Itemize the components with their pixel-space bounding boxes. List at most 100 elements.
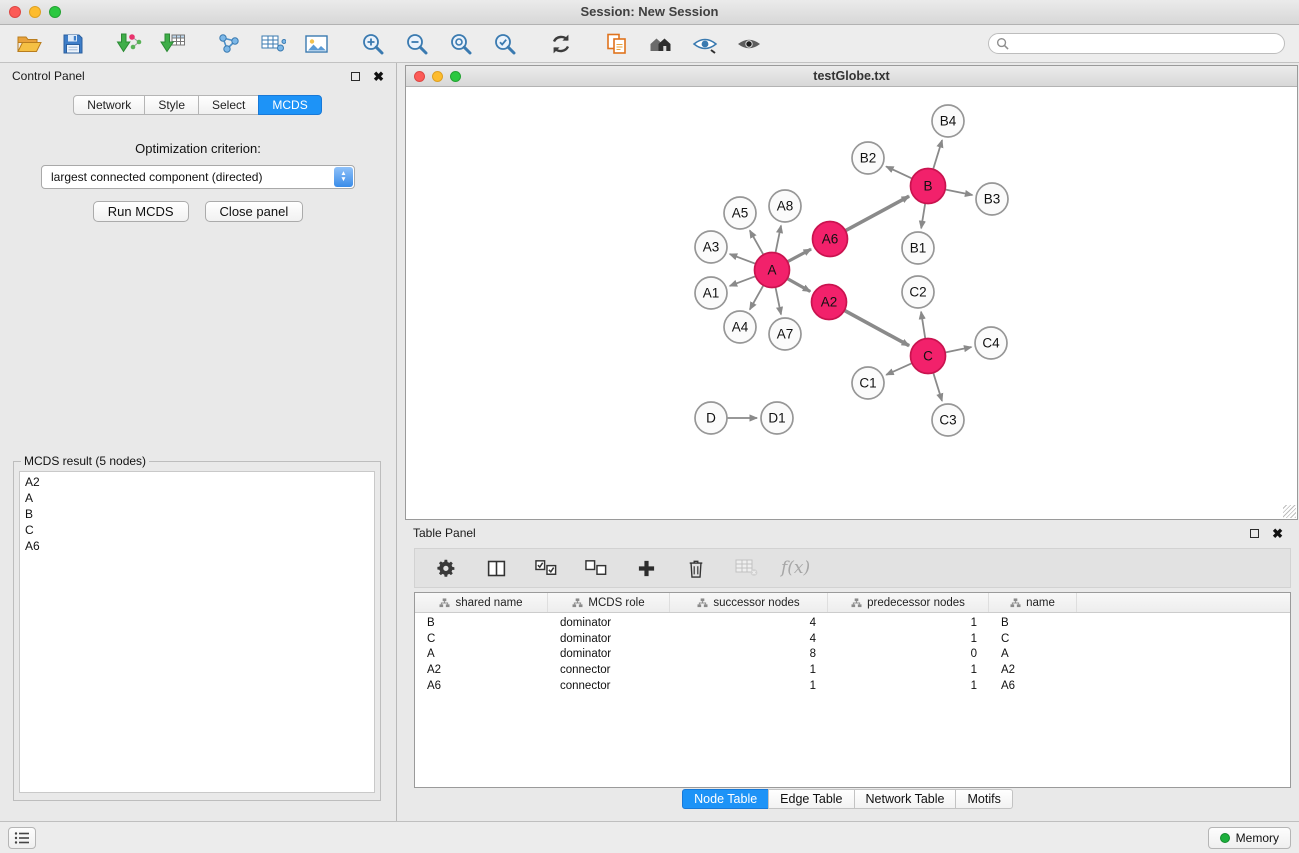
graph-edge-A6-B[interactable]	[845, 196, 909, 230]
column-options-button[interactable]	[481, 553, 511, 583]
graph-edge-A-A3[interactable]	[730, 254, 756, 264]
close-table-panel-icon[interactable]: ✖	[1272, 527, 1283, 540]
graph-edge-B-B4[interactable]	[933, 140, 942, 169]
graph-edge-B-B3[interactable]	[945, 189, 972, 195]
memory-button[interactable]: Memory	[1208, 827, 1291, 849]
table-cell[interactable]: A6	[989, 680, 1077, 692]
refresh-button[interactable]	[546, 29, 576, 59]
graph-edge-A-A6[interactable]	[787, 249, 811, 262]
open-session-button[interactable]	[14, 29, 44, 59]
table-cell[interactable]: 4	[670, 633, 828, 645]
import-table-button[interactable]	[158, 29, 188, 59]
tab-mcds[interactable]: MCDS	[258, 95, 321, 115]
style-preview-button[interactable]	[690, 29, 720, 59]
table-cell[interactable]: A2	[989, 664, 1077, 676]
add-column-button[interactable]	[631, 553, 661, 583]
save-session-button[interactable]	[58, 29, 88, 59]
task-history-button[interactable]	[8, 827, 36, 849]
column-header-name[interactable]: name	[989, 593, 1077, 612]
search-field[interactable]	[988, 33, 1285, 54]
mcds-result-item[interactable]: C	[20, 522, 374, 538]
zoom-selected-button[interactable]	[490, 29, 520, 59]
table-cell[interactable]: 0	[828, 648, 989, 660]
network-zoom-button[interactable]	[450, 71, 461, 82]
column-header-MCDS-role[interactable]: MCDS role	[548, 593, 670, 612]
table-cell[interactable]: A	[415, 648, 548, 660]
table-cell[interactable]: A6	[415, 680, 548, 692]
table-cell[interactable]: dominator	[548, 648, 670, 660]
tab-edge-table[interactable]: Edge Table	[768, 789, 854, 809]
graph-edge-A-A1[interactable]	[730, 276, 756, 286]
tab-network-table[interactable]: Network Table	[854, 789, 957, 809]
network-graph[interactable]: B4B2BB3A5A8A6B1A3AC2A1A2A4A7C4CC1C3DD1	[406, 88, 1297, 519]
close-panel-button[interactable]: Close panel	[205, 201, 304, 222]
tab-node-table[interactable]: Node Table	[682, 789, 769, 809]
graph-edge-A-A4[interactable]	[750, 285, 764, 309]
table-row[interactable]: A6connector11A6	[415, 678, 1290, 694]
network-minimize-button[interactable]	[432, 71, 443, 82]
tab-motifs[interactable]: Motifs	[955, 789, 1012, 809]
table-row[interactable]: Bdominator41B	[415, 615, 1290, 631]
clone-network-button[interactable]	[214, 29, 244, 59]
resize-grip[interactable]	[1283, 505, 1296, 518]
graph-edge-A2-C[interactable]	[844, 310, 909, 345]
graph-edge-A-A5[interactable]	[750, 230, 764, 254]
select-all-button[interactable]	[531, 553, 561, 583]
mcds-result-item[interactable]: A2	[20, 474, 374, 490]
mcds-result-item[interactable]: B	[20, 506, 374, 522]
network-table-button[interactable]	[258, 29, 288, 59]
table-cell[interactable]: connector	[548, 664, 670, 676]
network-close-button[interactable]	[414, 71, 425, 82]
table-cell[interactable]: 1	[670, 664, 828, 676]
graph-edge-C-C3[interactable]	[933, 373, 942, 401]
zoom-fit-button[interactable]	[446, 29, 476, 59]
table-cell[interactable]: 1	[828, 680, 989, 692]
close-panel-icon[interactable]: ✖	[373, 70, 384, 83]
column-header-shared-name[interactable]: shared name	[415, 593, 548, 612]
show-hide-button[interactable]	[734, 29, 764, 59]
graph-edge-B-B1[interactable]	[921, 203, 925, 228]
minimize-window-button[interactable]	[29, 6, 41, 18]
optimization-dropdown[interactable]: largest connected component (directed) ▲…	[41, 165, 355, 189]
tab-select[interactable]: Select	[198, 95, 259, 115]
graph-edge-C-C4[interactable]	[945, 347, 971, 352]
table-row[interactable]: Adominator80A	[415, 647, 1290, 663]
search-input[interactable]	[1014, 36, 1277, 52]
graph-edge-C-C1[interactable]	[886, 363, 912, 375]
table-cell[interactable]: dominator	[548, 617, 670, 629]
table-cell[interactable]: 8	[670, 648, 828, 660]
tab-style[interactable]: Style	[144, 95, 199, 115]
mcds-result-item[interactable]: A	[20, 490, 374, 506]
float-table-panel-icon[interactable]	[1250, 529, 1259, 538]
table-cell[interactable]: C	[415, 633, 548, 645]
table-cell[interactable]: 1	[828, 633, 989, 645]
zoom-out-button[interactable]	[402, 29, 432, 59]
table-cell[interactable]: 1	[828, 664, 989, 676]
graph-edge-A-A7[interactable]	[775, 287, 781, 314]
zoom-in-button[interactable]	[358, 29, 388, 59]
table-cell[interactable]: dominator	[548, 633, 670, 645]
table-cell[interactable]: connector	[548, 680, 670, 692]
delete-column-button[interactable]	[681, 553, 711, 583]
graph-edge-A-A2[interactable]	[787, 279, 810, 292]
graph-edge-B-B2[interactable]	[886, 166, 912, 178]
table-cell[interactable]: 1	[828, 617, 989, 629]
float-panel-icon[interactable]	[351, 72, 360, 81]
zoom-window-button[interactable]	[49, 6, 61, 18]
run-mcds-button[interactable]: Run MCDS	[93, 201, 189, 222]
table-cell[interactable]: B	[415, 617, 548, 629]
table-cell[interactable]: A2	[415, 664, 548, 676]
copy-document-button[interactable]	[602, 29, 632, 59]
export-image-button[interactable]	[302, 29, 332, 59]
tab-network[interactable]: Network	[73, 95, 145, 115]
table-settings-button[interactable]	[431, 553, 461, 583]
mcds-result-list[interactable]: A2ABCA6	[19, 471, 375, 793]
table-cell[interactable]: A	[989, 648, 1077, 660]
close-window-button[interactable]	[9, 6, 21, 18]
column-header-predecessor-nodes[interactable]: predecessor nodes	[828, 593, 989, 612]
table-cell[interactable]: B	[989, 617, 1077, 629]
table-row[interactable]: Cdominator41C	[415, 631, 1290, 647]
table-cell[interactable]: 1	[670, 680, 828, 692]
graph-edge-C-C2[interactable]	[921, 312, 925, 339]
column-header-successor-nodes[interactable]: successor nodes	[670, 593, 828, 612]
